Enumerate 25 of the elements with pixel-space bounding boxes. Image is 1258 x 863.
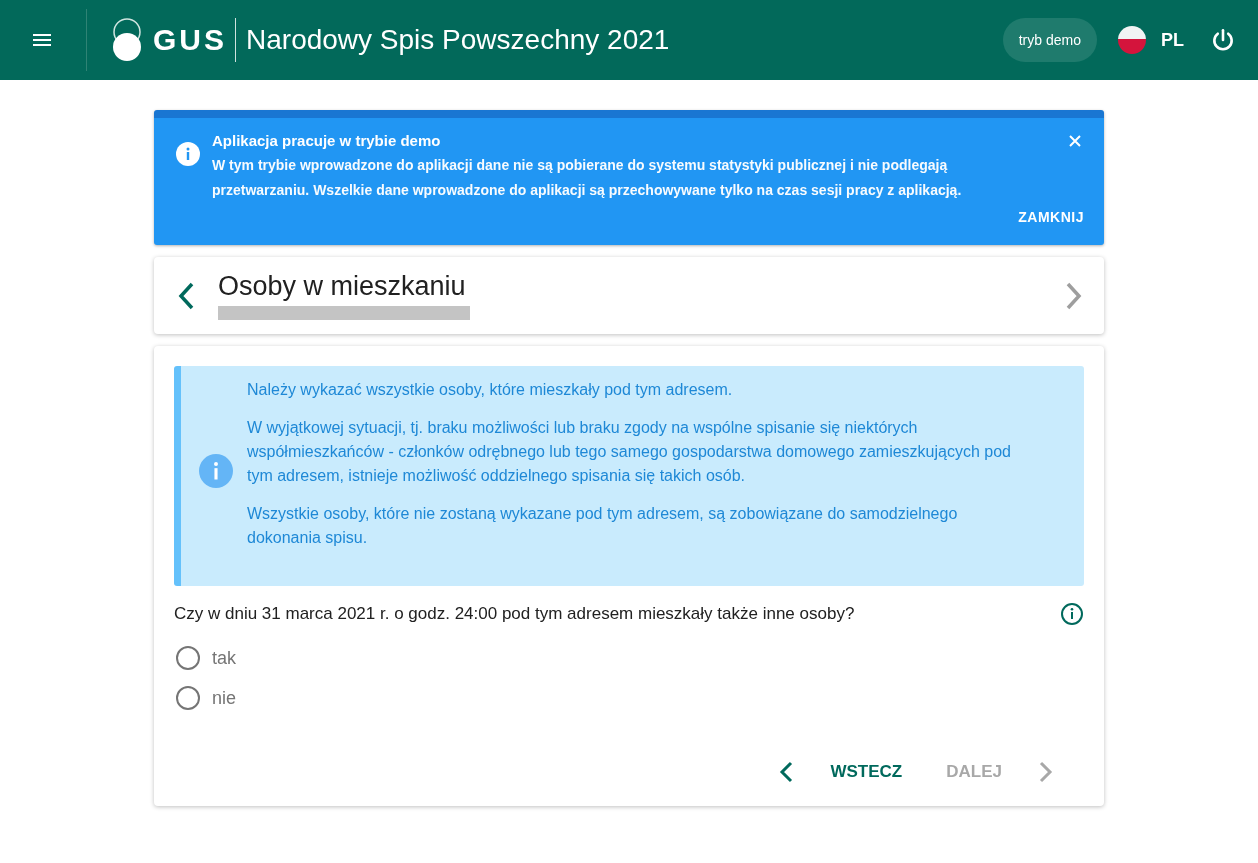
section-title: Osoby w mieszkaniu (218, 271, 467, 302)
chevron-right-icon (1038, 760, 1054, 784)
language-selector[interactable]: PL (1161, 29, 1184, 51)
close-button[interactable]: ZAMKNIJ (1018, 209, 1084, 225)
info-paragraph: Wszystkie osoby, które nie zostaną wykazane pod tym adresem, są zobowiązane do samodzielnego dokonania spisu. (247, 504, 959, 548)
alert-title: Aplikacja pracuje w trybie demo (212, 132, 442, 149)
logo-text: GUS (153, 23, 227, 57)
logo-icon (111, 18, 143, 62)
app-title: Narodowy Spis Powszechny 2021 (246, 24, 670, 56)
info-icon (176, 142, 200, 166)
info-paragraph: W wyjątkowej sytuacji, tj. braku możliwości lub braku zgody na wspólne spisanie się niektórych współmieszkańców - członków odrębnego lub tego samego gospodarstwa domowego zamieszkujących pod tym adresem, istnieje możliwość oddzielnego spisania się takich osób. (247, 418, 1012, 486)
info-icon (199, 454, 233, 488)
info-icon[interactable] (1060, 602, 1084, 626)
flag-icon[interactable] (1117, 25, 1147, 55)
radio-option[interactable]: tak (176, 638, 1084, 678)
question-text: Czy w dniu 31 marca 2021 r. o godz. 24:00 pod tym adresem mieszkały także inne osoby? (174, 604, 855, 624)
radio-button[interactable] (176, 646, 200, 670)
alert-message: W tym trybie wprowadzone do aplikacji dane nie są pobierane do systemu statystyki publicznej i nie podlegają przetwarzaniu. Wszelkie dane wprowadzone do aplikacji są przechowywane tylko na czas sesji pracy z aplikacją. (212, 156, 963, 200)
radio-button[interactable] (176, 686, 200, 710)
info-paragraph: Należy wykazać wszystkie osoby, które mieszkały pod tym adresem. (247, 380, 734, 400)
chevron-left-icon (778, 760, 795, 784)
power-icon[interactable] (1210, 27, 1236, 53)
demo-mode-badge: tryb demo (1002, 18, 1097, 62)
radio-option[interactable]: nie (176, 678, 1084, 718)
back-button[interactable]: WSTECZ (778, 760, 903, 784)
